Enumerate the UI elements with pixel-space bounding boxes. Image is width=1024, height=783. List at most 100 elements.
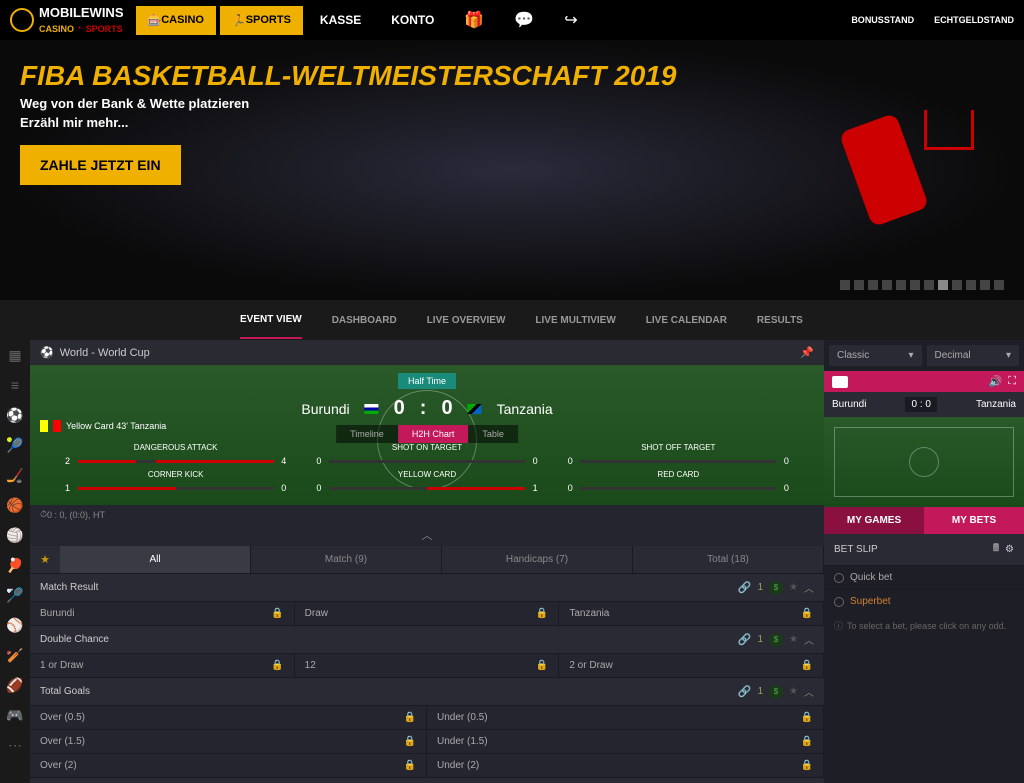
- side-tennis-icon[interactable]: 🎾: [0, 430, 30, 460]
- side-more-icon[interactable]: ⋯: [0, 730, 30, 760]
- side-american-football-icon[interactable]: 🏈: [0, 670, 30, 700]
- h2h-chart-tab[interactable]: H2H Chart: [398, 425, 469, 443]
- chevron-up-icon[interactable]: ︿: [804, 580, 814, 595]
- outcome-under-05[interactable]: Under (0.5)🔒: [427, 706, 824, 729]
- kasse-link[interactable]: KASSE: [320, 13, 361, 27]
- filter-match[interactable]: Match (9): [251, 546, 442, 573]
- pager-dot[interactable]: [952, 280, 962, 290]
- outcome-over-2[interactable]: Over (2)🔒: [30, 754, 427, 777]
- tab-live-overview[interactable]: LIVE OVERVIEW: [427, 303, 506, 338]
- outcome-over-05[interactable]: Over (0.5)🔒: [30, 706, 427, 729]
- sound-icon[interactable]: 🔊: [989, 375, 1003, 388]
- pin-icon[interactable]: 📌: [800, 346, 814, 359]
- pager-dot[interactable]: [882, 280, 892, 290]
- logo[interactable]: MOBILEWINS CASINO · SPORTS: [10, 5, 124, 35]
- odds-format-dropdown[interactable]: Decimal▾: [927, 345, 1020, 366]
- collapse-button[interactable]: ︿: [30, 524, 824, 546]
- deposit-button[interactable]: ZAHLE JETZT EIN: [20, 145, 181, 185]
- tab-live-calendar[interactable]: LIVE CALENDAR: [646, 303, 727, 338]
- quickbet-option[interactable]: Quick bet: [824, 565, 1024, 589]
- side-football-icon[interactable]: ⚽: [0, 400, 30, 430]
- pager-dot[interactable]: [854, 280, 864, 290]
- chevron-up-icon[interactable]: ︿: [804, 632, 814, 647]
- view-mode-dropdown[interactable]: Classic▾: [829, 345, 922, 366]
- calculator-icon[interactable]: 🖩: [993, 541, 999, 558]
- pager-dot[interactable]: [840, 280, 850, 290]
- outcome-under-15[interactable]: Under (1.5)🔒: [427, 730, 824, 753]
- sports-nav-button[interactable]: 🏃 SPORTS: [220, 6, 303, 35]
- real-balance[interactable]: ECHTGELDSTAND: [934, 15, 1014, 25]
- home-flag-icon: [365, 404, 379, 414]
- side-baseball-icon[interactable]: ⚾: [0, 610, 30, 640]
- outcome-over-15[interactable]: Over (1.5)🔒: [30, 730, 427, 753]
- info-icon[interactable]: $: [769, 685, 783, 699]
- side-list-icon[interactable]: ≡: [0, 370, 30, 400]
- pager-dot[interactable]: [966, 280, 976, 290]
- pager-dot[interactable]: [868, 280, 878, 290]
- info-icon[interactable]: $: [769, 633, 783, 647]
- my-bets-tab[interactable]: MY BETS: [924, 507, 1024, 534]
- side-cricket-icon[interactable]: 🏏: [0, 640, 30, 670]
- pager-dot-active[interactable]: [938, 280, 948, 290]
- banner-pager: [840, 280, 1004, 290]
- radio-icon[interactable]: [834, 597, 844, 607]
- side-basketball-icon[interactable]: 🏀: [0, 490, 30, 520]
- favorite-star-icon[interactable]: ★: [40, 553, 50, 566]
- tab-results[interactable]: RESULTS: [757, 303, 803, 338]
- gift-icon[interactable]: 🎁: [464, 10, 484, 30]
- league-header: ⚽ World - World Cup 📌: [30, 340, 824, 365]
- chat-icon[interactable]: 💬: [514, 10, 534, 30]
- radio-icon[interactable]: [834, 573, 844, 583]
- outcome-draw[interactable]: Draw🔒: [295, 602, 560, 625]
- event-content: ⚽ World - World Cup 📌 Half Time Burundi …: [30, 340, 824, 783]
- filter-handicaps[interactable]: Handicaps (7): [442, 546, 633, 573]
- tab-live-multiview[interactable]: LIVE MULTIVIEW: [535, 303, 615, 338]
- market-filters: ★ All Match (9) Handicaps (7) Total (18): [30, 546, 824, 573]
- market-total-goals[interactable]: Total Goals 🔗1$★︿: [30, 677, 824, 705]
- side-hockey-icon[interactable]: 🏒: [0, 460, 30, 490]
- info-icon[interactable]: $: [769, 581, 783, 595]
- red-card-icon: [53, 420, 61, 432]
- my-games-tab[interactable]: MY GAMES: [824, 507, 924, 534]
- filter-total[interactable]: Total (18): [633, 546, 824, 573]
- superbet-option[interactable]: Superbet: [824, 589, 1024, 613]
- logout-icon[interactable]: ↪: [564, 10, 577, 30]
- pager-dot[interactable]: [994, 280, 1004, 290]
- outcome-2-or-draw[interactable]: 2 or Draw🔒: [559, 654, 824, 677]
- tab-event-view[interactable]: EVENT VIEW: [240, 302, 302, 339]
- pager-dot[interactable]: [896, 280, 906, 290]
- pager-dot[interactable]: [980, 280, 990, 290]
- tab-dashboard[interactable]: DASHBOARD: [332, 303, 397, 338]
- pager-dot[interactable]: [924, 280, 934, 290]
- link-icon[interactable]: 🔗: [738, 581, 752, 594]
- pager-dot[interactable]: [910, 280, 920, 290]
- bonus-balance[interactable]: BONUSSTAND: [851, 15, 914, 25]
- outcome-burundi[interactable]: Burundi🔒: [30, 602, 295, 625]
- lock-icon: 🔒: [536, 608, 548, 619]
- star-icon[interactable]: ★: [789, 634, 798, 645]
- side-esports-icon[interactable]: 🎮: [0, 700, 30, 730]
- chevron-up-icon[interactable]: ︿: [804, 684, 814, 699]
- outcome-under-2[interactable]: Under (2)🔒: [427, 754, 824, 777]
- link-icon[interactable]: 🔗: [738, 633, 752, 646]
- table-tab[interactable]: Table: [468, 425, 518, 443]
- link-icon[interactable]: 🔗: [738, 685, 752, 698]
- market-match-result[interactable]: Match Result 🔗1$★︿: [30, 573, 824, 601]
- filter-all[interactable]: All: [60, 546, 251, 573]
- side-volleyball-icon[interactable]: 🏐: [0, 520, 30, 550]
- expand-icon[interactable]: ⛶: [1008, 375, 1016, 388]
- outcome-tanzania[interactable]: Tanzania🔒: [559, 602, 824, 625]
- market-double-chance[interactable]: Double Chance 🔗1$★︿: [30, 625, 824, 653]
- settings-icon[interactable]: ⚙: [1005, 544, 1014, 555]
- star-icon[interactable]: ★: [789, 686, 798, 697]
- market-total-goals-asian[interactable]: Total Goals Asian 🔗1$★︿: [30, 777, 824, 783]
- side-menu-icon[interactable]: ▦: [0, 340, 30, 370]
- konto-link[interactable]: KONTO: [391, 13, 434, 27]
- casino-nav-button[interactable]: 🎰 CASINO: [136, 6, 216, 35]
- outcome-12[interactable]: 12🔒: [295, 654, 560, 677]
- side-badminton-icon[interactable]: 🏸: [0, 580, 30, 610]
- star-icon[interactable]: ★: [789, 582, 798, 593]
- side-tabletennis-icon[interactable]: 🏓: [0, 550, 30, 580]
- outcome-1-or-draw[interactable]: 1 or Draw🔒: [30, 654, 295, 677]
- timeline-tab[interactable]: Timeline: [336, 425, 398, 443]
